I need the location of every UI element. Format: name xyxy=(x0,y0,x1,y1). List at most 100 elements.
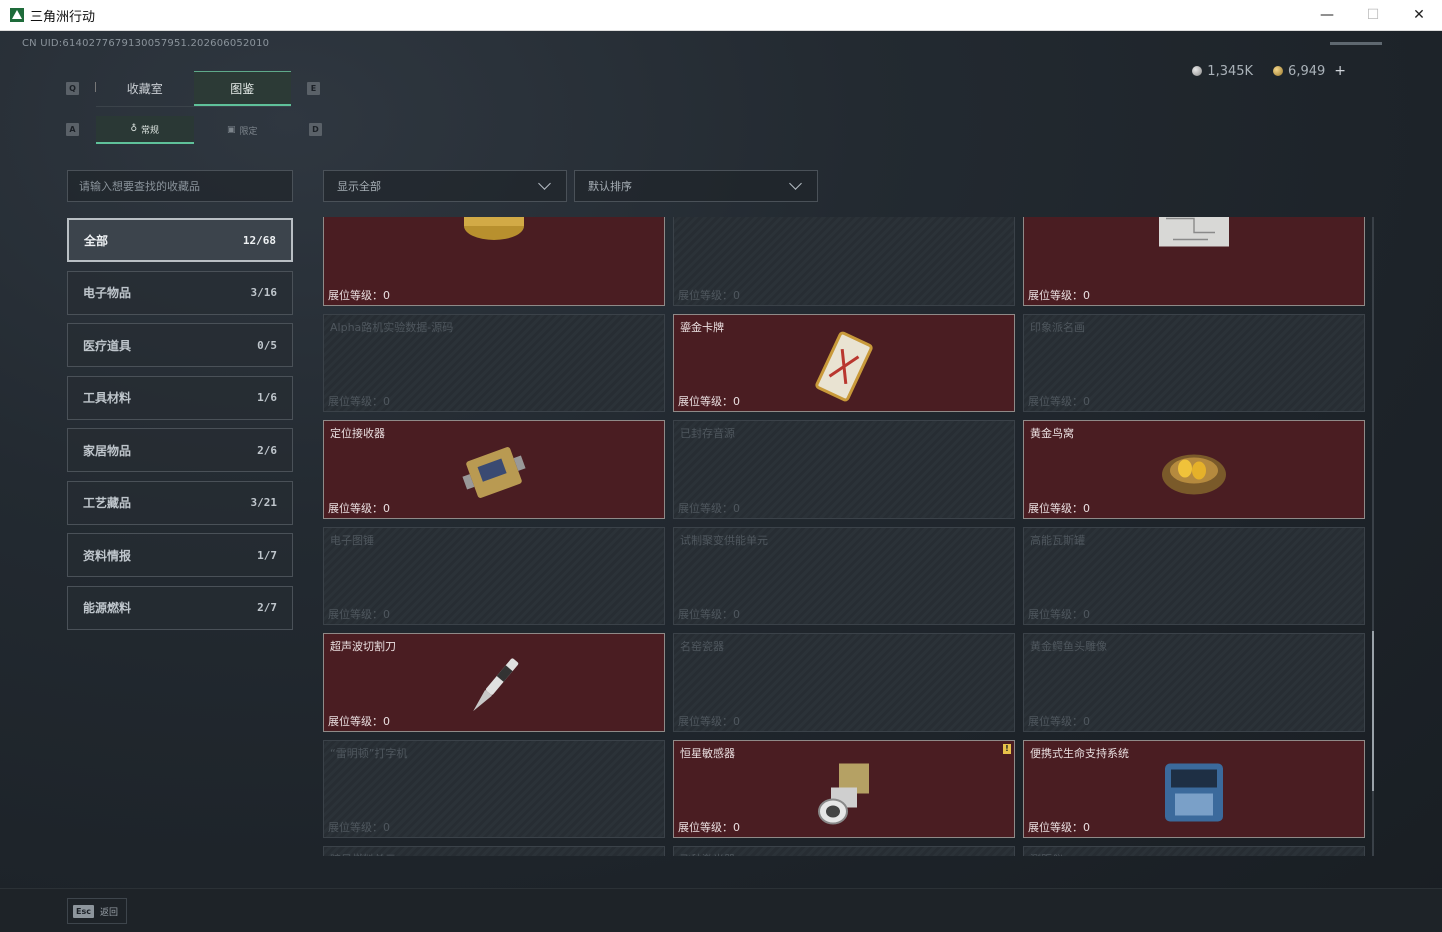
card-level-label: 展位等级： xyxy=(328,714,383,728)
maximize-button[interactable]: ☐ xyxy=(1350,0,1396,30)
card-item-name: 飞秒激光器 xyxy=(680,851,735,856)
card-item-name: 高能瓦斯罐 xyxy=(1030,533,1085,547)
category-household[interactable]: 家居物品 2/6 xyxy=(67,428,293,472)
window-titlebar: 三角洲行动 — ☐ ✕ xyxy=(0,0,1442,31)
app-logo-icon xyxy=(10,8,24,22)
search-input[interactable]: 请输入想要查找的收藏品 xyxy=(67,170,293,202)
card-item-name: 印象派名画 xyxy=(1030,320,1085,334)
collection-card[interactable]: 超声波切割刀 展位等级：0 xyxy=(323,633,665,732)
card-item-name: 超声波切割刀 xyxy=(330,640,396,653)
item-grid: 展位等级：0 展位等级：0 展位等级：0 Alpha路机实验数据-源码 展位等级：0 鎏金… xyxy=(323,217,1365,856)
category-label: 工艺藏品 xyxy=(83,496,132,510)
collection-card[interactable]: 便携式生命支持系统 展位等级：0 xyxy=(1023,739,1365,838)
category-crafts[interactable]: 工艺藏品 3/21 xyxy=(67,480,293,525)
gold-box-icon xyxy=(459,217,529,264)
collection-card[interactable]: 飞秒激光器 xyxy=(673,846,1015,856)
collection-card[interactable]: 定位接收器 展位等级：0 xyxy=(323,420,665,519)
subtab-regular[interactable]: ♁ 常规 xyxy=(96,116,194,144)
collection-card[interactable]: 印象派名画展位等级：0 xyxy=(1023,313,1365,412)
tab-codex[interactable]: 图鉴 xyxy=(193,71,291,106)
card-level-value: 0 xyxy=(1083,501,1090,515)
card-level-value: 0 xyxy=(1083,714,1090,728)
card-level-label: 展位等级： xyxy=(1028,714,1083,728)
grid-scrollbar[interactable] xyxy=(1372,217,1374,856)
card-level-label: 展位等级： xyxy=(678,608,733,621)
collection-card[interactable]: “雷明顿”打字机 展位等级：0 xyxy=(323,739,665,838)
card-level-label: 展位等级： xyxy=(678,714,733,728)
sort-dropdown[interactable]: 默认排序 xyxy=(574,170,818,202)
category-label: 医疗道具 xyxy=(83,338,132,353)
card-level: 展位等级：0 xyxy=(328,606,390,622)
life-support-icon xyxy=(1159,757,1229,827)
card-level-value: 0 xyxy=(383,714,390,728)
collection-card[interactable]: 黄金鸟窝 展位等级：0 xyxy=(1023,420,1365,519)
category-intel[interactable]: 资料情报 1/7 xyxy=(67,533,293,577)
window-title: 三角洲行动 xyxy=(30,9,96,25)
subtab-limited-label: 限定 xyxy=(239,126,258,137)
bottom-bar: Esc 返回 xyxy=(0,888,1442,932)
subtab-limited[interactable]: ▣ 限定 xyxy=(194,116,292,144)
collection-card[interactable]: 高能瓦斯罐 展位等级：0 xyxy=(1023,526,1365,625)
audio-icon xyxy=(809,438,879,508)
filter-dropdown[interactable]: 显示全部 xyxy=(323,170,567,202)
typewriter-icon xyxy=(459,757,529,827)
minimize-button[interactable]: — xyxy=(1304,0,1350,30)
silver-currency: 1,345K xyxy=(1192,63,1253,79)
close-button[interactable]: ✕ xyxy=(1396,0,1442,30)
category-label: 电子物品 xyxy=(83,286,132,300)
card-level-value: 0 xyxy=(1083,821,1090,834)
collection-card[interactable]: 电子图锤 展位等级：0 xyxy=(323,526,665,625)
card-level-label: 展位等级： xyxy=(1028,608,1083,621)
card-level: 展位等级：0 xyxy=(1028,393,1090,409)
card-item-name: 定位接收器 xyxy=(330,427,385,440)
category-energy[interactable]: 能源燃料 2/7 xyxy=(67,585,293,630)
collection-card[interactable]: 展位等级：0 xyxy=(323,217,665,306)
collection-card[interactable]: 暗星燃料单元 xyxy=(323,846,665,856)
card-level-label: 展位等级： xyxy=(328,821,383,834)
collection-card[interactable]: 测距仪 xyxy=(1023,846,1365,856)
card-level: 展位等级：0 xyxy=(678,713,740,729)
card-level: 展位等级：0 xyxy=(328,819,390,835)
collection-card[interactable]: 展位等级：0 xyxy=(673,217,1015,306)
card-level: 展位等级：0 xyxy=(678,393,740,409)
uid-label: CN UID:6140277679130057951.202606052010 xyxy=(22,38,270,49)
gold-currency: 6,949 + xyxy=(1273,63,1346,79)
flask-icon: ♁ xyxy=(130,124,138,134)
filter-selected: 显示全部 xyxy=(337,180,381,193)
card-level-value: 0 xyxy=(733,821,740,834)
collection-card[interactable]: 恒星敏感器! 展位等级：0 xyxy=(673,739,1015,838)
category-tools[interactable]: 工具材料 1/6 xyxy=(67,375,293,420)
back-button[interactable]: Esc 返回 xyxy=(67,898,127,924)
category-all[interactable]: 全部 12/68 xyxy=(67,218,293,262)
chevron-down-icon xyxy=(789,177,802,190)
card-item-name: 名窑瓷器 xyxy=(680,640,724,653)
vase-icon xyxy=(809,651,879,721)
tab-collection-room[interactable]: 收藏室 xyxy=(96,71,194,106)
card-level-label: 展位等级： xyxy=(678,288,733,302)
collection-card[interactable]: 名窑瓷器展位等级：0 xyxy=(673,633,1015,732)
item-grid-viewport: 展位等级：0 展位等级：0 展位等级：0 Alpha路机实验数据-源码 展位等级：0 鎏金… xyxy=(323,217,1365,856)
collection-card[interactable]: 展位等级：0 xyxy=(1023,217,1365,306)
collection-card[interactable]: 试制聚变供能单元 展位等级：0 xyxy=(673,526,1015,625)
card-level-label: 展位等级： xyxy=(1028,395,1083,408)
back-label: 返回 xyxy=(99,907,118,918)
gold-amount: 6,949 xyxy=(1288,63,1326,79)
add-currency-button[interactable]: + xyxy=(1334,63,1346,79)
category-label: 工具材料 xyxy=(83,391,132,405)
category-electronics[interactable]: 电子物品 3/16 xyxy=(67,270,293,315)
collection-card[interactable]: 黄金鳄鱼头雕像 展位等级：0 xyxy=(1023,633,1365,732)
currency-bar: 1,345K 6,949 + xyxy=(1192,63,1346,79)
collection-card[interactable]: 已封存音源 展位等级：0 xyxy=(673,420,1015,519)
card-level-label: 展位等级： xyxy=(1028,288,1083,302)
card-level-value: 0 xyxy=(733,501,740,515)
blueprint-map-icon xyxy=(1159,217,1229,264)
key-hint-d: D xyxy=(309,123,322,136)
category-medical[interactable]: 医疗道具 0/5 xyxy=(67,323,293,367)
collection-card[interactable]: 鎏金卡牌 展位等级：0 xyxy=(673,313,1015,412)
card-item-name: 暗星燃料单元 xyxy=(330,851,396,856)
category-label: 能源燃料 xyxy=(83,601,132,615)
card-level: 展位等级：0 xyxy=(1028,287,1090,303)
collection-card[interactable]: Alpha路机实验数据-源码 展位等级：0 xyxy=(323,313,665,412)
scrollbar-thumb[interactable] xyxy=(1372,631,1374,791)
drive-icon xyxy=(459,331,529,401)
